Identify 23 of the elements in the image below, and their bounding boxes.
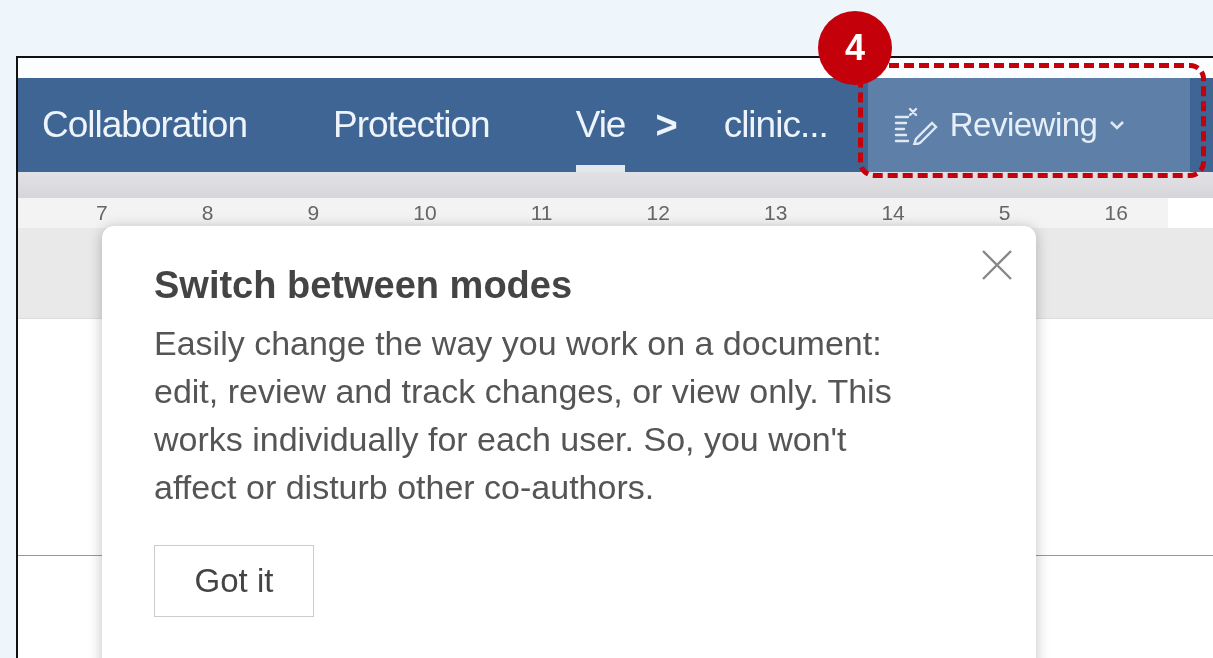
toolbar-tab[interactable]: Protection (333, 78, 490, 172)
step-badge: 4 (818, 11, 892, 85)
close-icon[interactable] (980, 248, 1014, 282)
document-name: clinic... (723, 104, 828, 146)
ruler-number: 7 (96, 201, 108, 225)
got-it-button[interactable]: Got it (154, 545, 314, 617)
ruler-number: 13 (763, 201, 788, 225)
popup-text: Easily change the way you work on a document: edit, review and track changes, or view only. This works individually for each user. So, you won't affect or disturb other co-authors. (154, 323, 893, 508)
ruler-number: 5 (998, 201, 1011, 225)
ruler-number: 10 (413, 201, 437, 225)
ruler-number: 9 (307, 201, 320, 225)
more-tabs-chevron[interactable]: > (655, 103, 678, 147)
ruler-number: 11 (530, 201, 553, 225)
toolbar-tab[interactable]: Vie (575, 78, 626, 172)
ruler-number: 12 (646, 201, 670, 225)
toolbar-tab[interactable]: Collaboration (42, 78, 248, 172)
pencil-lines-icon (893, 105, 938, 145)
ruler-number: 16 (1104, 201, 1128, 225)
mode-dropdown-button[interactable]: Reviewing (867, 78, 1190, 172)
popup-title: Switch between modes (154, 264, 574, 307)
ruler-number: 14 (881, 201, 905, 225)
chevron-down-icon (1109, 120, 1126, 130)
ruler-number: 8 (201, 201, 214, 225)
